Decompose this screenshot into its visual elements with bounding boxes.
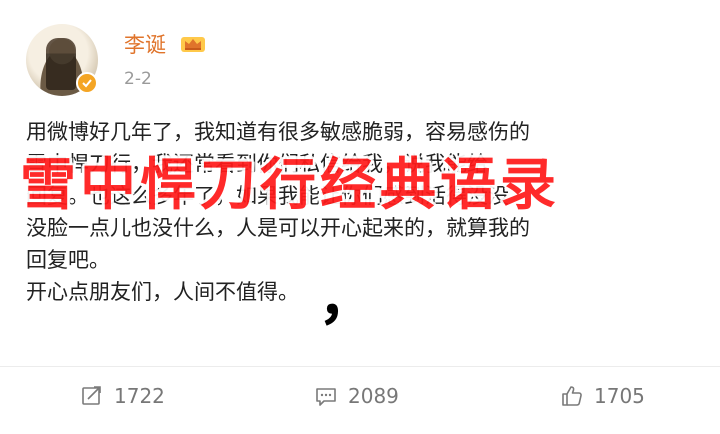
thumbs-up-icon <box>560 384 584 408</box>
vip-crown-icon[interactable] <box>180 34 206 54</box>
post-line: 用微博好几年了，我知道有很多敏感脆弱，容易感伤的 <box>26 120 530 144</box>
verified-badge-icon <box>76 72 98 94</box>
author-name[interactable]: 李诞 <box>124 30 166 60</box>
overlay-comma: ， <box>318 264 377 332</box>
comment-button[interactable]: 2089 <box>314 380 399 412</box>
divider <box>0 366 720 367</box>
weibo-post-card: 李诞 2-2 用微博好几年了，我知道有很多敏感脆弱，容易感伤的 雪中悍刀行，我还… <box>0 0 720 434</box>
share-icon <box>80 384 104 408</box>
repost-button[interactable]: 1722 <box>80 380 165 412</box>
post-timestamp: 2-2 <box>124 69 152 89</box>
avatar-figure <box>46 38 76 90</box>
like-count: 1705 <box>594 384 645 408</box>
like-button[interactable]: 1705 <box>560 380 645 412</box>
repost-count: 1722 <box>114 384 165 408</box>
comment-count: 2089 <box>348 384 399 408</box>
overlay-title: 雪中悍刀行经典语录 <box>20 153 560 218</box>
comment-icon <box>314 384 338 408</box>
